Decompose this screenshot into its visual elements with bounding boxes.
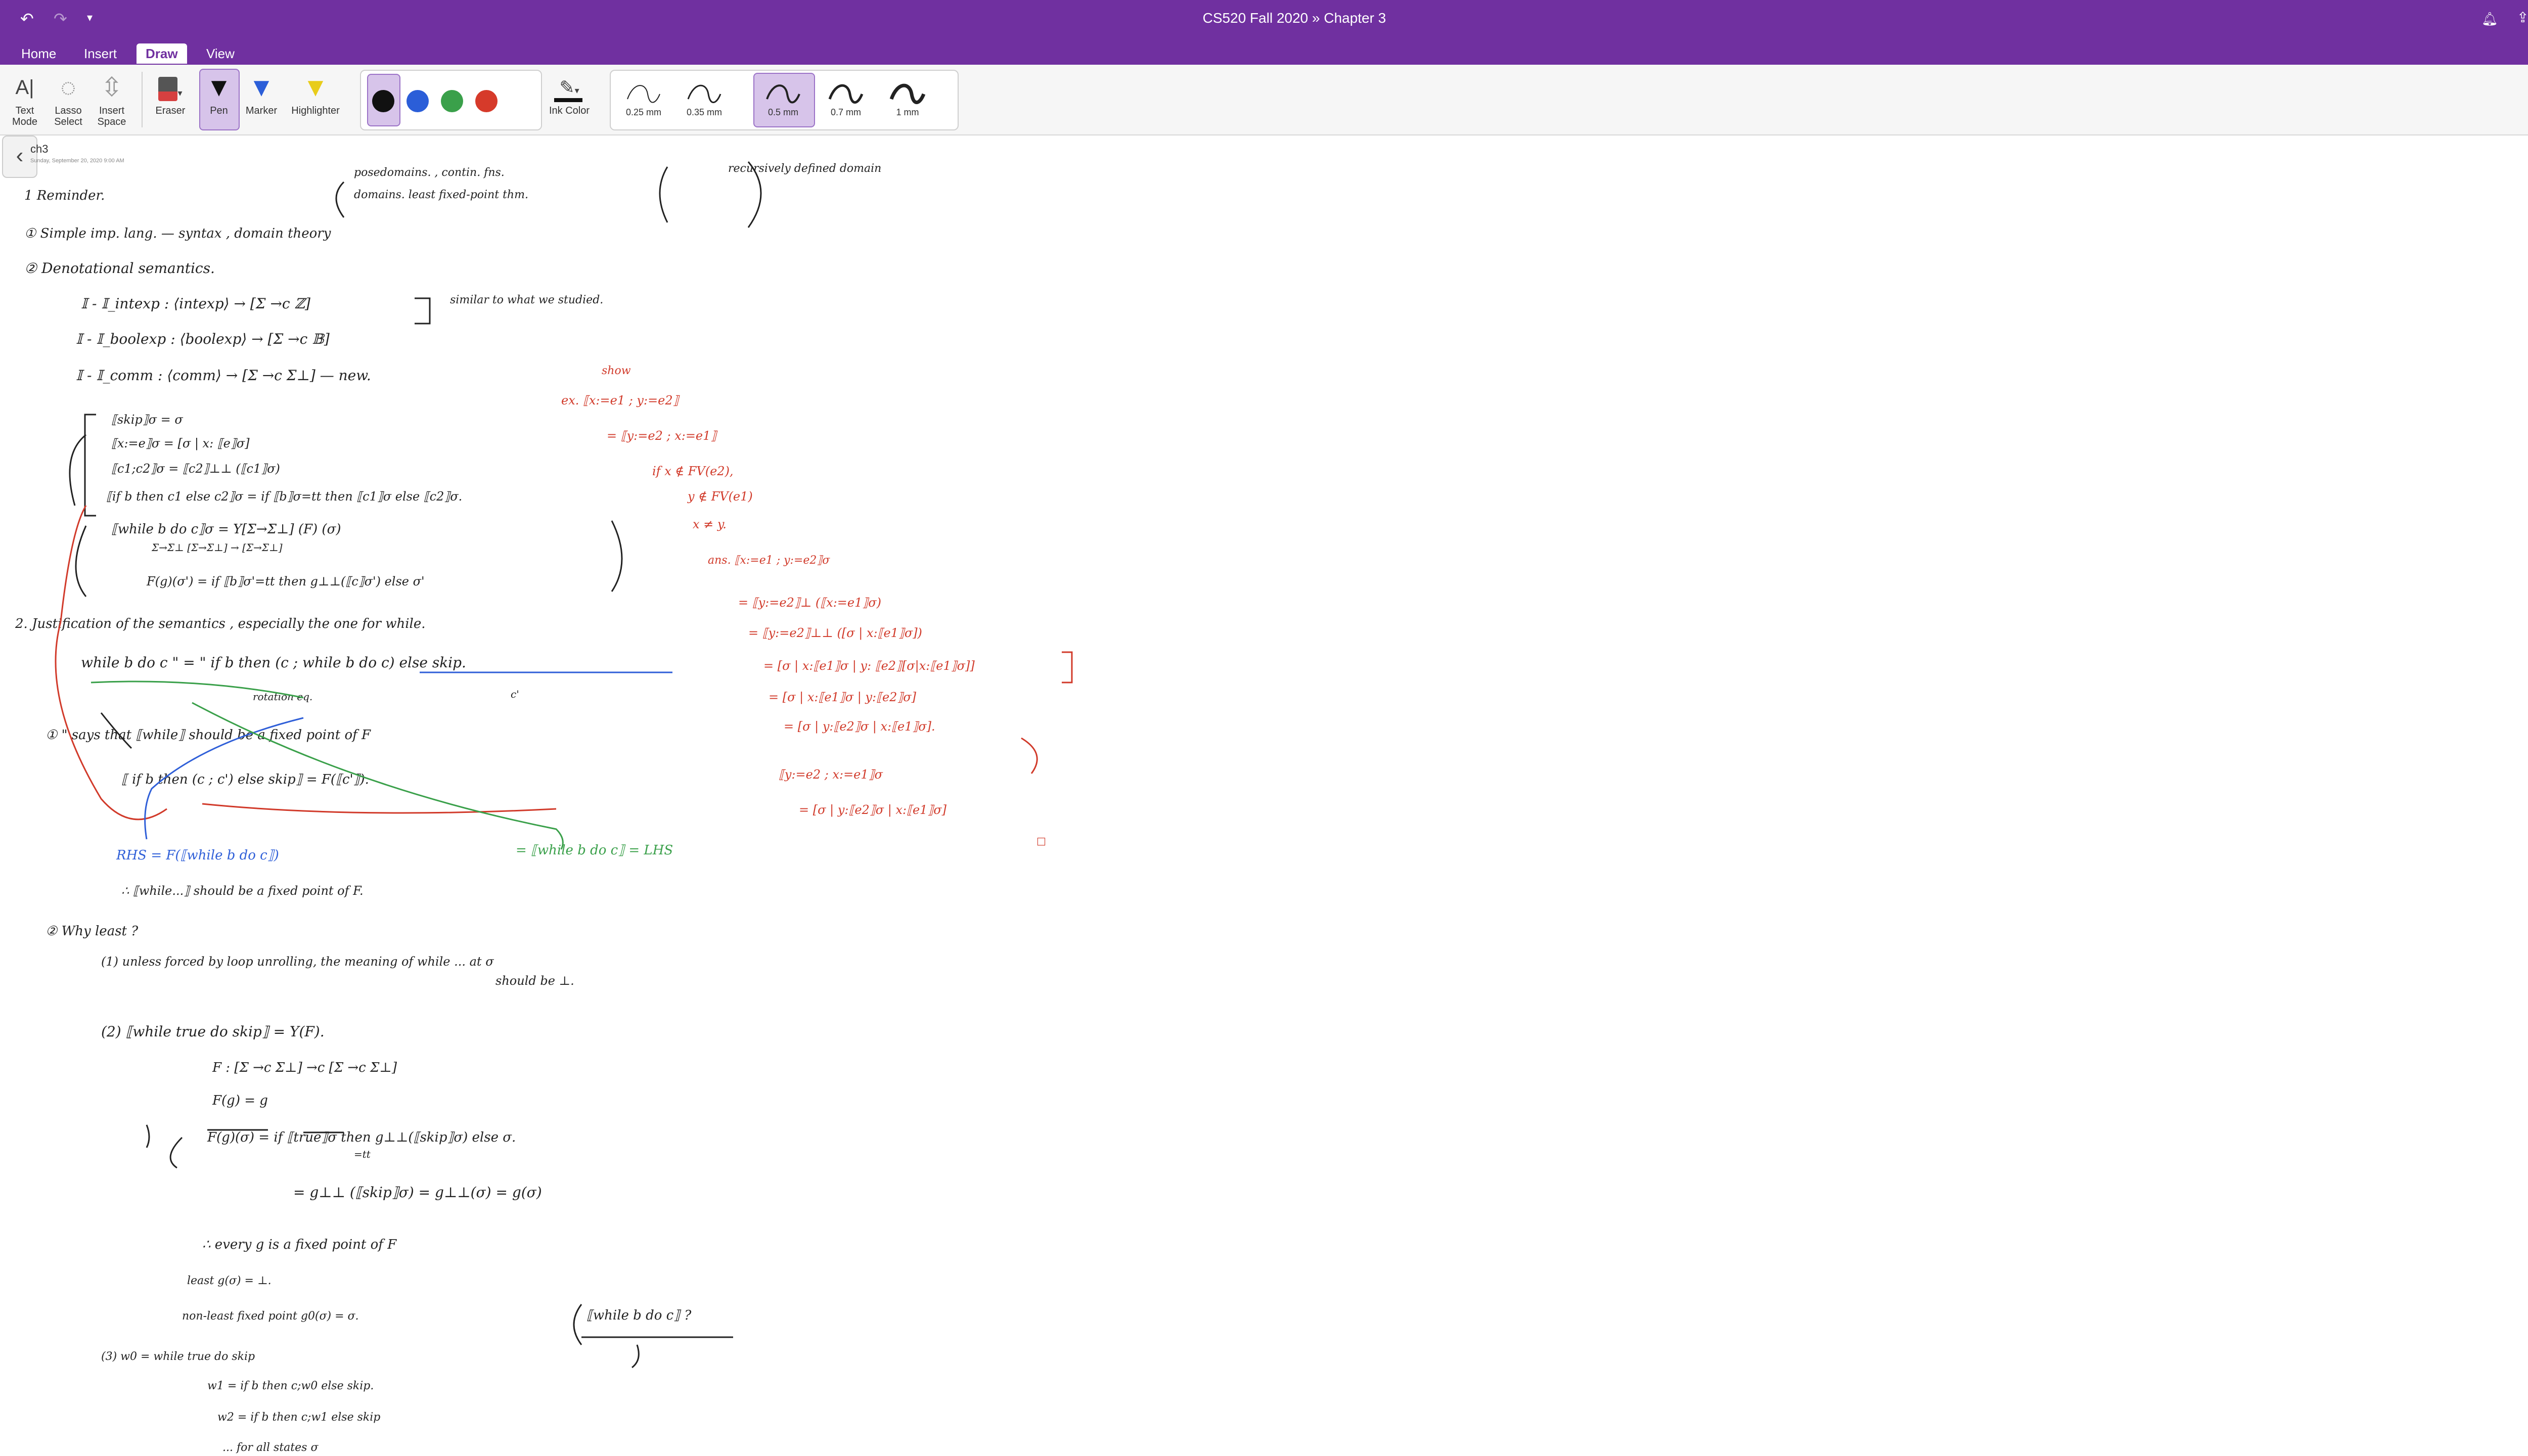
ink-note-red: ⟦y:=e2 ; x:=e1⟧σ [779, 767, 883, 782]
ink-bracket [169, 1136, 183, 1169]
ink-note-black: ⟦c1;c2⟧σ = ⟦c2⟧⊥⊥ (⟦c1⟧σ) [111, 462, 280, 476]
ink-note-black: (1) unless forced by loop unrolling, the… [101, 954, 494, 969]
ink-arrow [60, 505, 87, 622]
ink-note-black: (2) ⟦while true do skip⟧ = Y(F). [101, 1023, 325, 1040]
ink-bracket [335, 181, 345, 218]
ink-bracket [84, 414, 96, 517]
ink-note-red: x ≠ y. [693, 517, 727, 531]
ink-note-black: 𝕀 - 𝕀_boolexp : ⟨boolexp⟩ → [Σ →c 𝔹] [76, 331, 330, 347]
ink-note-red: ans. ⟦x:=e1 ; y:=e2⟧σ [708, 554, 830, 567]
ink-note-black: ⟦if b then c1 else c2⟧σ = if ⟦b⟧σ=tt the… [106, 489, 462, 504]
ink-note-black: least g(σ) = ⊥. [187, 1275, 272, 1287]
ink-note-black: w2 = if b then c;w1 else skip [217, 1411, 380, 1424]
ink-note-black: 2. Justification of the semantics , espe… [15, 616, 426, 631]
ink-arrow [69, 434, 86, 506]
ink-note-black: ① Simple imp. lang. — syntax , domain th… [24, 226, 331, 241]
ink-note-red: = [σ | x:⟦e1⟧σ | y: ⟦e2⟧[σ|x:⟦e1⟧σ]] [763, 659, 975, 673]
ink-note-red: □ [1036, 835, 1046, 847]
ink-note-black: =tt [354, 1148, 371, 1160]
ink-note-black: ⟦ if b then (c ; c') else skip⟧ = F(⟦c'⟧… [121, 772, 369, 787]
ink-note-red: ex. ⟦x:=e1 ; y:=e2⟧ [561, 393, 681, 407]
ink-note-black: = g⊥⊥ (⟦skip⟧σ) = g⊥⊥(σ) = g(σ) [293, 1184, 542, 1201]
ink-note-black: ② Denotational semantics. [24, 260, 215, 277]
ink-note-black: similar to what we studied. [450, 294, 603, 306]
ink-note-red: = ⟦y:=e2⟧⊥⊥ ([σ | x:⟦e1⟧σ]) [748, 626, 922, 641]
ink-bracket [573, 1304, 582, 1345]
ink-note-black: c' [511, 688, 519, 700]
ink-note-black: (3) w0 = while true do skip [101, 1350, 255, 1363]
ink-arrow [631, 1344, 640, 1369]
ink-note-black: ∴ ⟦while...⟧ should be a fixed point of … [121, 884, 364, 898]
ink-note-black: F(g)(σ) = if ⟦true⟧σ then g⊥⊥(⟦skip⟧σ) e… [207, 1130, 516, 1145]
ink-note-black: F(g) = g [212, 1093, 268, 1108]
ink-note-black: ⟦while b do c⟧ ? [586, 1308, 692, 1323]
ink-note-black: domains. least fixed-point thm. [354, 189, 528, 201]
ink-note-red: = [σ | y:⟦e2⟧σ | x:⟦e1⟧σ]. [784, 719, 935, 734]
ink-bracket [1062, 651, 1073, 684]
ink-note-black: ⟦while b do c⟧σ = Y[Σ→Σ⊥] (F) (σ) [111, 522, 341, 537]
ink-note-red: = ⟦y:=e2⟧⊥ (⟦x:=e1⟧σ) [738, 596, 881, 610]
ink-note-black: 𝕀 - 𝕀_comm : ⟨comm⟩ → [Σ →c Σ⊥] — new. [76, 367, 371, 384]
ink-note-black: ① " says that ⟦while⟧ should be a fixed … [46, 727, 371, 743]
ink-note-black: ⟦skip⟧σ = σ [111, 413, 183, 427]
ink-note-red: = ⟦y:=e2 ; x:=e1⟧ [607, 429, 718, 443]
ink-arrow [1021, 737, 1038, 774]
ink-arrow [202, 803, 557, 814]
ink-bracket [611, 520, 623, 592]
ink-note-black: rotation eq. [253, 691, 312, 703]
ink-note-black: posedomains. , contin. fns. [354, 166, 505, 179]
ink-note-black: F(g)(σ') = if ⟦b⟧σ'=tt then g⊥⊥(⟦c⟧σ') e… [146, 574, 425, 588]
ink-note-red: = [σ | y:⟦e2⟧σ | x:⟦e1⟧σ] [799, 803, 947, 817]
ink-note-red: if x ∉ FV(e2), [652, 464, 734, 478]
ink-note-black: F : [Σ →c Σ⊥] →c [Σ →c Σ⊥] [212, 1060, 397, 1075]
ink-note-red: y ∉ FV(e1) [687, 489, 753, 504]
ink-note-black: while b do c " = " if b then (c ; while … [81, 654, 466, 671]
handwritten-notes: 1 Reminder. ① Simple imp. lang. — syntax … [15, 161, 1073, 1454]
ink-note-black: ⟦x:=e⟧σ = [σ | x: ⟦e⟧σ] [111, 436, 250, 451]
ink-bracket [659, 166, 668, 223]
ink-note-green: = ⟦while b do c⟧ = LHS [516, 843, 673, 858]
ink-bracket [146, 1124, 150, 1148]
ink-arrow [55, 621, 167, 821]
ink-note-blue: RHS = F(⟦while b do c⟧) [116, 848, 279, 863]
ink-note-black: 𝕀 - 𝕀_intexp : ⟨intexp⟩ → [Σ →c ℤ] [81, 295, 310, 312]
ink-note-black: w1 = if b then c;w0 else skip. [207, 1380, 374, 1392]
ink-bracket [75, 525, 87, 597]
ink-note-black: ∴ every g is a fixed point of F [202, 1237, 397, 1252]
ink-bracket [415, 297, 431, 325]
ink-note-black: ② Why least ? [46, 924, 139, 939]
ink-note-black: 1 Reminder. [24, 188, 105, 203]
ink-note-red: show [602, 365, 631, 377]
ink-note-red: = [σ | x:⟦e1⟧σ | y:⟦e2⟧σ] [769, 690, 917, 705]
ink-note-black: Σ→Σ⊥ [Σ→Σ⊥] → [Σ→Σ⊥] [151, 541, 283, 554]
ink-note-black: should be ⊥. [495, 974, 574, 988]
ink-note-black: ... for all states σ [222, 1441, 319, 1454]
ink-note-black: non-least fixed point g0(σ) = σ. [182, 1310, 359, 1323]
